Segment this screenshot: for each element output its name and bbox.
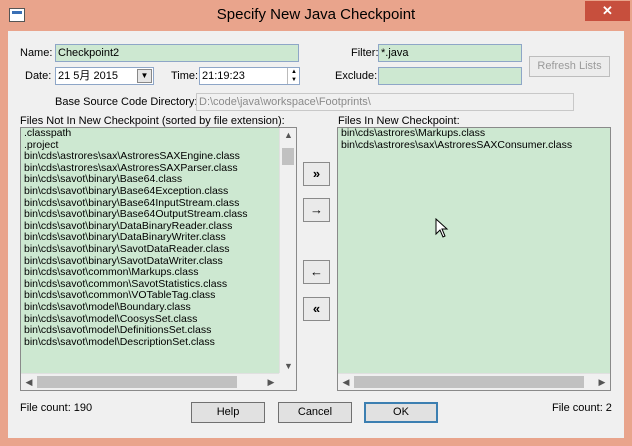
- cancel-button[interactable]: Cancel: [278, 402, 352, 423]
- list-item[interactable]: bin\cds\savot\model\DescriptionSet.class: [21, 336, 296, 349]
- filter-input[interactable]: *.java: [378, 44, 522, 62]
- time-label: Time:: [171, 70, 199, 82]
- list-item[interactable]: bin\cds\savot\binary\SavotDataReader.cla…: [21, 243, 296, 256]
- mouse-cursor-icon: [435, 218, 449, 238]
- name-label: Name:: [20, 47, 53, 59]
- list-item[interactable]: bin\cds\astrores\Markups.class: [338, 128, 610, 140]
- right-list-header: Files In New Checkpoint:: [338, 115, 460, 127]
- left-file-count: File count: 190: [20, 402, 93, 414]
- left-list-header: Files Not In New Checkpoint (sorted by f…: [20, 115, 285, 127]
- chevron-down-icon[interactable]: ▼: [137, 69, 152, 83]
- files-in-list[interactable]: bin\cds\astrores\Markups.class bin\cds\as…: [337, 127, 611, 391]
- date-value: 21 5月 2015: [58, 70, 118, 82]
- list-item[interactable]: bin\cds\savot\model\DefinitionsSet.class: [21, 324, 296, 337]
- time-value: 21:19:23: [202, 70, 245, 82]
- left-horizontal-scrollbar[interactable]: ◀ ▶: [21, 373, 279, 390]
- scroll-down-icon[interactable]: ▼: [280, 359, 296, 373]
- list-item[interactable]: bin\cds\savot\binary\Base64OutputStream.…: [21, 209, 296, 221]
- scroll-thumb[interactable]: [354, 376, 584, 388]
- date-label: Date:: [25, 70, 52, 82]
- base-dir-input: D:\code\java\workspace\Footprints\: [196, 93, 574, 111]
- right-horizontal-scrollbar[interactable]: ◀ ▶: [338, 373, 610, 390]
- spin-down-icon[interactable]: ▼: [287, 76, 299, 84]
- scroll-right-icon[interactable]: ▶: [595, 375, 609, 389]
- list-item[interactable]: .classpath: [21, 128, 296, 140]
- dialog-window: Specify New Java Checkpoint – ✕ Name: Ch…: [0, 0, 632, 446]
- scroll-left-icon[interactable]: ◀: [339, 375, 353, 389]
- scroll-thumb[interactable]: [282, 148, 294, 165]
- left-vertical-scrollbar[interactable]: ▲ ▼: [279, 128, 296, 373]
- scroll-right-icon[interactable]: ▶: [264, 375, 278, 389]
- spin-up-icon[interactable]: ▲: [287, 68, 299, 76]
- window-title: Specify New Java Checkpoint: [216, 6, 416, 23]
- list-item[interactable]: bin\cds\astrores\sax\AstroresSAXConsumer…: [338, 139, 610, 152]
- scroll-corner: [279, 373, 296, 390]
- exclude-input[interactable]: [378, 67, 522, 85]
- close-button[interactable]: ✕: [585, 1, 630, 21]
- title-bar[interactable]: Specify New Java Checkpoint – ✕: [0, 0, 632, 31]
- dialog-body: Name: Checkpoint2 Filter: *.java Date: 2…: [8, 31, 624, 438]
- refresh-lists-button[interactable]: Refresh Lists: [529, 56, 610, 77]
- right-file-count: File count: 2: [552, 402, 612, 414]
- right-items: bin\cds\astrores\Markups.class bin\cds\as…: [338, 128, 610, 151]
- filter-label: Filter:: [351, 47, 379, 59]
- scroll-thumb[interactable]: [37, 376, 237, 388]
- remove-button[interactable]: ←: [303, 260, 330, 284]
- add-button[interactable]: →: [303, 198, 330, 222]
- scroll-left-icon[interactable]: ◀: [22, 375, 36, 389]
- exclude-label: Exclude:: [335, 70, 378, 82]
- left-items: .classpath .project bin\cds\astrores\sax\A…: [21, 128, 296, 348]
- date-picker[interactable]: 21 5月 2015 ▼: [55, 67, 154, 85]
- list-item[interactable]: bin\cds\savot\common\Markups.class: [21, 267, 296, 279]
- ok-button[interactable]: OK: [364, 402, 438, 423]
- remove-all-button[interactable]: «: [303, 297, 330, 321]
- help-button[interactable]: Help: [191, 402, 265, 423]
- list-item[interactable]: bin\cds\savot\model\Boundary.class: [21, 301, 296, 314]
- time-picker[interactable]: 21:19:23 ▲ ▼: [199, 67, 300, 85]
- scroll-up-icon[interactable]: ▲: [280, 128, 296, 142]
- name-input[interactable]: Checkpoint2: [55, 44, 299, 62]
- base-dir-label: Base Source Code Directory:: [55, 96, 198, 108]
- add-all-button[interactable]: »: [303, 162, 330, 186]
- files-not-in-list[interactable]: .classpath .project bin\cds\astrores\sax\A…: [20, 127, 297, 391]
- list-item[interactable]: bin\cds\savot\binary\Base64Exception.cla…: [21, 185, 296, 198]
